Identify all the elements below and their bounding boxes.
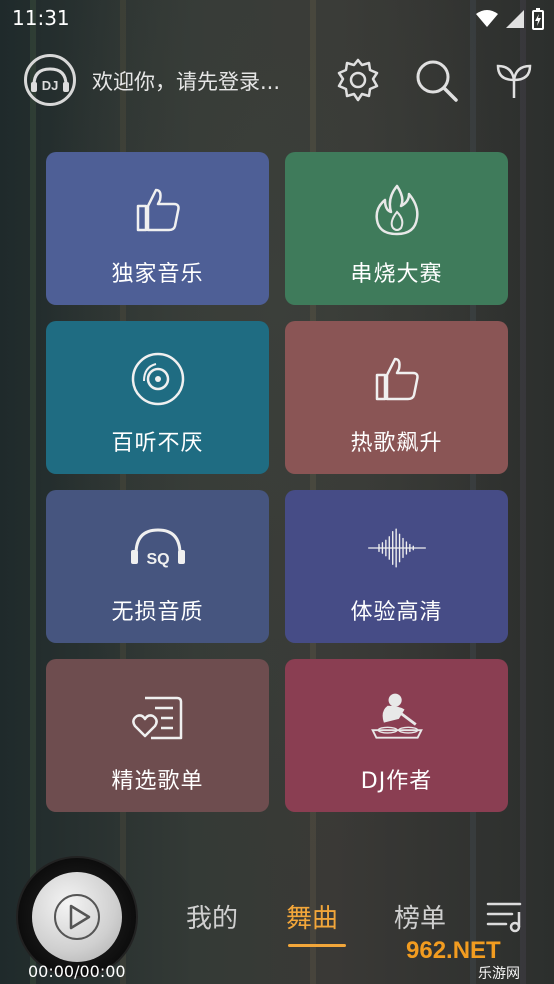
tile-exclusive-music[interactable]: 独家音乐	[46, 152, 269, 305]
flame-icon	[367, 180, 427, 240]
sq-headphones-icon: SQ	[128, 518, 188, 578]
thumbs-up-icon	[128, 180, 188, 240]
tile-curated-playlists[interactable]: 精选歌单	[46, 659, 269, 812]
play-button[interactable]	[32, 872, 122, 962]
disc-icon	[128, 349, 188, 409]
active-tab-indicator	[288, 944, 346, 947]
tile-label: 独家音乐	[111, 262, 204, 287]
sprout-icon[interactable]	[490, 56, 538, 104]
tile-dj-authors[interactable]: DJ作者	[285, 659, 508, 812]
thumbs-up-icon	[367, 349, 427, 409]
tab-charts[interactable]: 榜单	[394, 898, 446, 935]
gear-icon[interactable]	[334, 56, 382, 104]
logo-text: DJ	[42, 78, 59, 93]
battery-icon	[532, 8, 544, 30]
dj-logo-avatar[interactable]: DJ	[24, 54, 76, 106]
tab-dance[interactable]: 舞曲	[286, 898, 338, 935]
watermark-logo: 962.NET 乐游网	[406, 937, 520, 982]
svg-text:SQ: SQ	[146, 551, 169, 568]
status-time: 11:31	[12, 6, 70, 30]
tile-evergreen[interactable]: 百听不厌	[46, 321, 269, 474]
heart-list-icon	[128, 687, 188, 747]
tile-lossless[interactable]: SQ 无损音质	[46, 490, 269, 643]
header: DJ 欢迎你，请先登录...	[0, 52, 554, 108]
play-icon	[54, 894, 100, 940]
dj-person-icon	[367, 687, 427, 747]
headphones-logo-icon: DJ	[31, 67, 69, 93]
tile-label: 精选歌单	[111, 769, 204, 794]
background-streak	[520, 0, 526, 984]
tile-label: DJ作者	[360, 769, 433, 794]
tile-hd-experience[interactable]: 体验高清	[285, 490, 508, 643]
tile-label: 串烧大赛	[350, 262, 443, 287]
wifi-icon	[476, 10, 498, 27]
player-time: 00:00/00:00	[28, 962, 126, 981]
tile-label: 热歌飙升	[350, 431, 443, 456]
mini-player-disc[interactable]	[16, 856, 138, 978]
login-prompt[interactable]: 欢迎你，请先登录...	[92, 66, 280, 96]
status-icons	[476, 8, 544, 30]
search-icon[interactable]	[412, 56, 460, 104]
tile-medley-contest[interactable]: 串烧大赛	[285, 152, 508, 305]
tile-label: 无损音质	[111, 600, 204, 625]
waveform-icon	[367, 518, 427, 578]
watermark-subtext: 乐游网	[478, 966, 520, 982]
watermark-text: 962.NET	[406, 937, 501, 964]
cell-signal-icon	[506, 10, 524, 28]
tile-trending[interactable]: 热歌飙升	[285, 321, 508, 474]
background-streak	[30, 0, 36, 984]
status-bar: 11:31	[0, 0, 554, 38]
tile-label: 百听不厌	[111, 431, 204, 456]
tile-label: 体验高清	[350, 600, 443, 625]
tab-mine[interactable]: 我的	[186, 898, 238, 935]
